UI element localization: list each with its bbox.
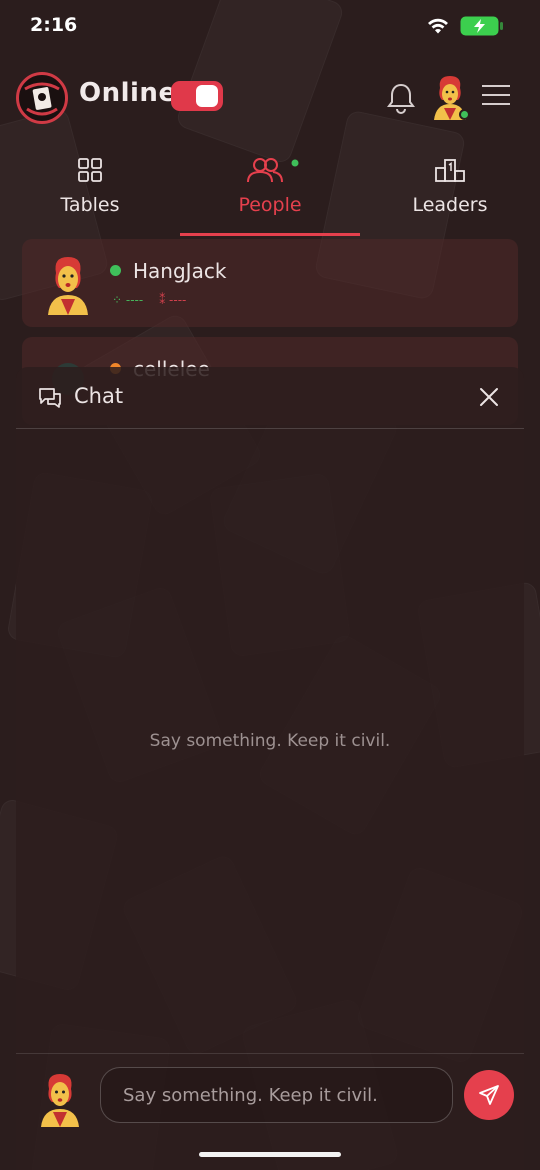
toggle-knob (196, 85, 218, 107)
user-avatar[interactable] (428, 74, 472, 120)
app-header: Online (0, 68, 540, 126)
avatar (36, 1071, 84, 1127)
online-status-dot (110, 265, 121, 276)
grid-icon (78, 158, 102, 182)
status-icons (426, 16, 504, 36)
tab-tables-label: Tables (60, 194, 120, 216)
podium-icon (435, 159, 465, 182)
chat-message-input[interactable] (100, 1067, 453, 1123)
send-button[interactable] (464, 1070, 514, 1120)
home-indicator[interactable] (199, 1152, 341, 1157)
status-bar: 2:16 (0, 0, 540, 56)
chat-panel: Chat Say something. Keep it civil. (16, 367, 524, 1170)
chat-title: Chat (74, 384, 124, 408)
tab-leaders-label: Leaders (412, 194, 488, 216)
online-label: Online (79, 78, 177, 108)
wifi-icon (428, 18, 448, 34)
person-stats: ⁘ ---- ⁑ ---- (112, 293, 186, 307)
list-item[interactable]: HangJack ⁘ ---- ⁑ ---- (22, 239, 518, 327)
stat-wins: ⁘ ---- (112, 293, 144, 307)
send-icon (479, 1085, 499, 1105)
chat-header: Chat (16, 367, 524, 429)
tab-people[interactable]: People (180, 150, 360, 236)
chat-bubbles-icon (39, 388, 61, 408)
status-time: 2:16 (30, 14, 78, 36)
bell-icon[interactable] (386, 82, 416, 114)
hamburger-menu-icon[interactable] (482, 84, 510, 106)
tab-leaders[interactable]: Leaders (360, 150, 540, 236)
close-icon[interactable] (478, 386, 500, 408)
online-toggle[interactable] (171, 81, 223, 111)
stat-losses-value: ---- (169, 293, 187, 307)
tab-people-label: People (238, 194, 302, 216)
person-name: HangJack (133, 259, 227, 283)
people-icon (247, 158, 299, 183)
hangjack-logo[interactable] (16, 72, 68, 124)
main-tabs: Tables People Leaders (0, 150, 540, 236)
stat-wins-value: ---- (125, 293, 144, 307)
online-status-dot (459, 109, 470, 120)
tab-tables[interactable]: Tables (0, 150, 180, 236)
stat-losses: ⁑ ---- (159, 293, 187, 307)
battery-charging-icon (460, 16, 503, 36)
avatar (42, 253, 94, 315)
chat-empty-message: Say something. Keep it civil. (149, 731, 391, 751)
